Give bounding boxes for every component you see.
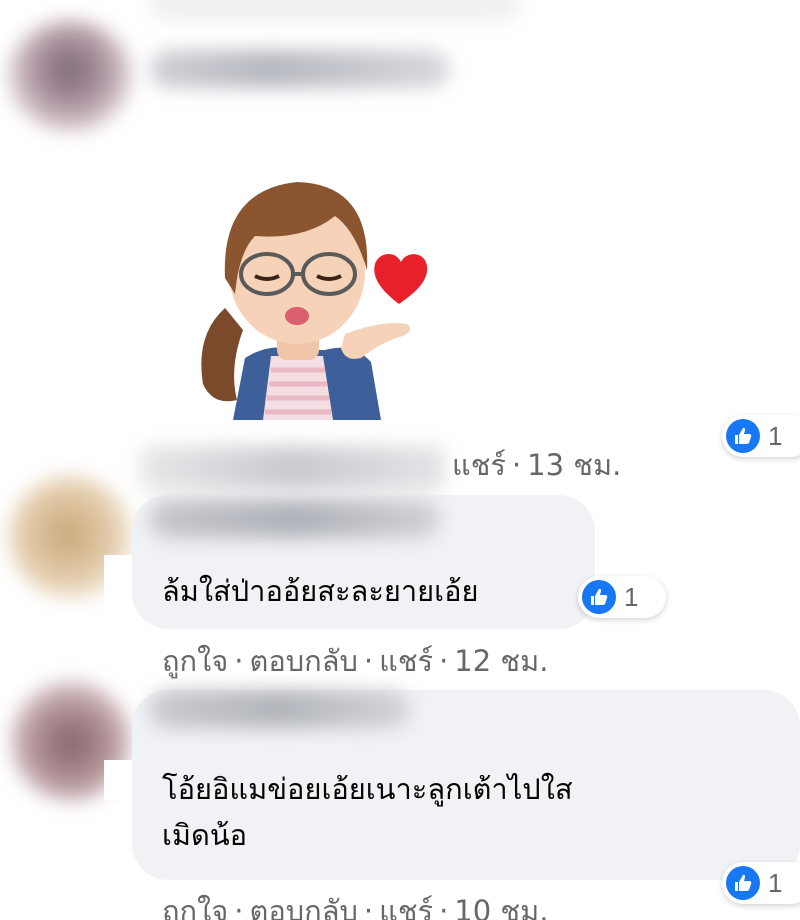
blurred-author-name[interactable]: [150, 50, 450, 88]
like-icon: [582, 580, 616, 614]
comment-text: ล้มใส่ป่าออ้ยสะละยายเอ้ย: [162, 574, 479, 608]
comment-meta: แชร์ · 13 ชม.: [452, 442, 621, 488]
bubble-edge: [104, 555, 132, 605]
reaction-count: 1: [768, 420, 783, 451]
like-link[interactable]: ถูกใจ: [162, 894, 228, 920]
like-icon: [726, 866, 760, 900]
timestamp[interactable]: 10 ชม.: [454, 894, 548, 920]
blurred-author-name[interactable]: [150, 500, 440, 538]
share-link[interactable]: แชร์: [379, 644, 433, 678]
blurred-previous-comment: [150, 0, 520, 22]
reply-link[interactable]: ตอบกลับ: [250, 894, 358, 920]
like-icon: [726, 419, 760, 453]
reaction-badge[interactable]: 1: [578, 576, 666, 618]
separator: ·: [363, 644, 374, 678]
separator: ·: [234, 894, 244, 920]
blurred-meta-actions: [140, 446, 445, 490]
like-link[interactable]: ถูกใจ: [162, 644, 228, 678]
share-link[interactable]: แชร์: [452, 448, 506, 482]
separator: ·: [511, 448, 522, 482]
kiss-heart-avatar-sticker: [185, 170, 435, 425]
separator: ·: [234, 644, 244, 678]
reaction-badge[interactable]: 1: [722, 415, 800, 457]
comment-text: โอ้ยอิแมข่อยเอ้ยเนาะลูกเต้าไปใส เมิดน้อ: [162, 766, 762, 858]
avatar[interactable]: [8, 20, 132, 132]
comment-meta: ถูกใจ · ตอบกลับ · แชร์ · 10 ชม.: [162, 888, 548, 920]
timestamp[interactable]: 12 ชม.: [454, 644, 548, 678]
reply-link[interactable]: ตอบกลับ: [250, 644, 358, 678]
comment-meta: ถูกใจ · ตอบกลับ · แชร์ · 12 ชม.: [162, 638, 548, 684]
timestamp[interactable]: 13 ชม.: [527, 448, 621, 482]
share-link[interactable]: แชร์: [379, 894, 433, 920]
comment-text-line: เมิดน้อ: [162, 818, 248, 852]
comment-text-line: โอ้ยอิแมข่อยเอ้ยเนาะลูกเต้าไปใส: [162, 772, 573, 806]
reaction-count: 1: [624, 581, 639, 612]
reaction-badge[interactable]: 1: [722, 862, 800, 904]
blurred-author-name[interactable]: [150, 690, 410, 728]
bubble-edge: [104, 760, 132, 800]
separator: ·: [439, 894, 449, 920]
separator: ·: [439, 644, 449, 678]
separator: ·: [363, 894, 374, 920]
reaction-count: 1: [768, 867, 783, 898]
